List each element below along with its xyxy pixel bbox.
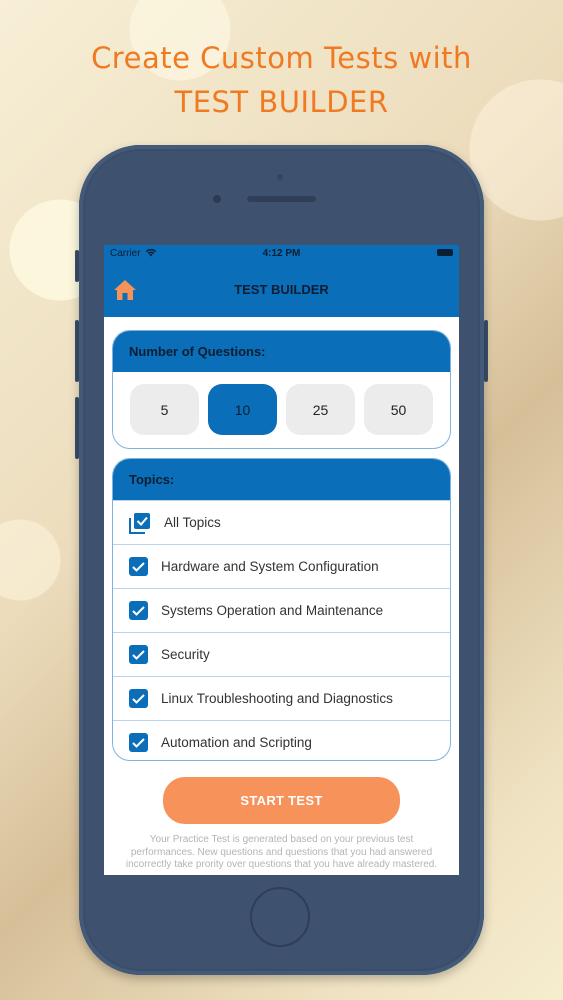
phone-power-button (484, 320, 488, 382)
question-count-5[interactable]: 5 (130, 384, 199, 435)
checkbox-checked-icon[interactable] (129, 645, 148, 664)
topic-label: All Topics (164, 515, 221, 530)
checkbox-checked-icon[interactable] (129, 689, 148, 708)
topic-label: Systems Operation and Maintenance (161, 603, 384, 618)
topics-header: Topics: (113, 459, 450, 500)
question-count-50[interactable]: 50 (364, 384, 433, 435)
status-bar: Carrier 4:12 PM (104, 245, 459, 261)
battery-icon (437, 249, 453, 256)
practice-test-note: Your Practice Test is generated based on… (125, 834, 438, 870)
checkbox-checked-icon[interactable] (129, 733, 148, 752)
topic-label: Linux Troubleshooting and Diagnostics (161, 691, 393, 706)
multi-checkbox-icon[interactable] (129, 512, 151, 534)
topic-row[interactable]: Linux Troubleshooting and Diagnostics (113, 676, 450, 720)
topic-label: Security (161, 647, 210, 662)
phone-sensor (277, 174, 283, 180)
start-test-button[interactable]: START TEST (163, 777, 400, 824)
headline-line-2: TEST BUILDER (174, 85, 389, 119)
topic-row[interactable]: Security (113, 632, 450, 676)
topic-row[interactable]: Hardware and System Configuration (113, 544, 450, 588)
topic-label: Automation and Scripting (161, 735, 312, 750)
topic-row[interactable]: Automation and Scripting (113, 720, 450, 760)
topic-label: Hardware and System Configuration (161, 559, 379, 574)
question-count-25[interactable]: 25 (286, 384, 355, 435)
headline-line-1: Create Custom Tests with (91, 41, 472, 75)
phone-home-button[interactable] (250, 887, 310, 947)
headline: Create Custom Tests with TEST BUILDER (0, 36, 563, 124)
topic-row-all[interactable]: All Topics (113, 500, 450, 544)
phone-speaker (247, 196, 316, 202)
question-count-10[interactable]: 10 (208, 384, 277, 435)
questions-header: Number of Questions: (113, 331, 450, 372)
topics-card: Topics: All Topics Hardware and System C… (112, 458, 451, 761)
status-time: 4:12 PM (262, 247, 301, 259)
app-screen: Carrier 4:12 PM TEST BUILDER Number of Q… (104, 245, 459, 875)
question-count-options: 5 10 25 50 (113, 372, 450, 435)
checkbox-checked-icon[interactable] (129, 557, 148, 576)
topic-row[interactable]: Systems Operation and Maintenance (113, 588, 450, 632)
phone-camera (213, 195, 221, 203)
questions-card: Number of Questions: 5 10 25 50 (112, 330, 451, 449)
page-title: TEST BUILDER (234, 282, 329, 297)
nav-bar: TEST BUILDER (104, 261, 459, 317)
checkbox-checked-icon[interactable] (129, 601, 148, 620)
